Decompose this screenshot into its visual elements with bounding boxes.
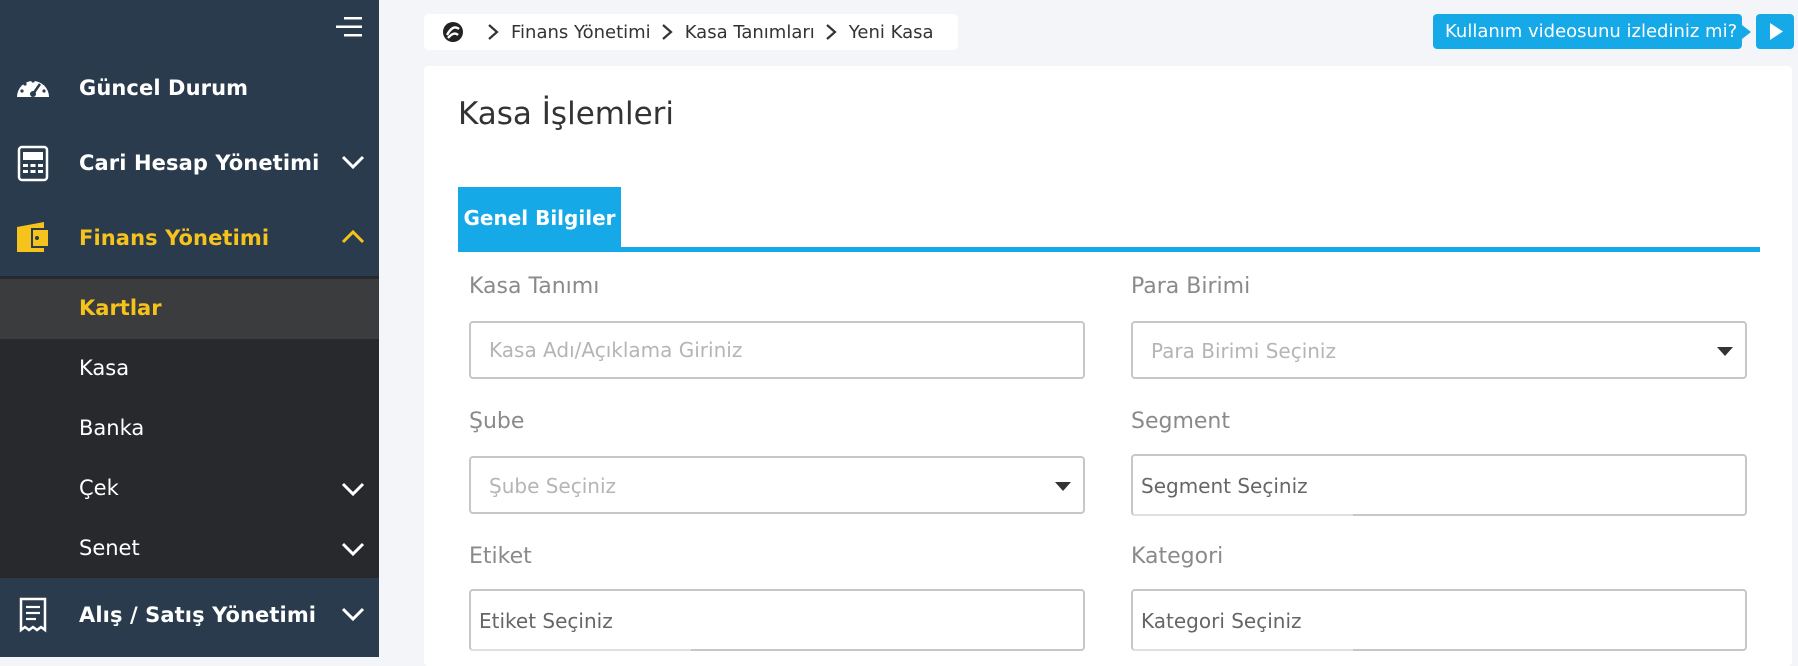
sube-select[interactable]: Şube Seçiniz bbox=[469, 456, 1085, 514]
chevron-down-icon bbox=[341, 482, 365, 497]
chevron-right-icon bbox=[661, 24, 673, 40]
segment-tag-input[interactable]: Segment Seçiniz bbox=[1131, 454, 1747, 516]
para-birimi-label: Para Birimi bbox=[1131, 274, 1251, 299]
receipt-icon bbox=[19, 597, 47, 633]
para-birimi-placeholder: Para Birimi Seçiniz bbox=[1151, 339, 1336, 363]
kasa-tanimi-label: Kasa Tanımı bbox=[469, 274, 600, 299]
hamburger-menu-icon[interactable] bbox=[334, 14, 364, 40]
menu-item-cari-hesap[interactable]: Cari Hesap Yönetimi bbox=[0, 126, 379, 200]
video-prompt[interactable]: Kullanım videosunu izlediniz mi? bbox=[1433, 14, 1751, 49]
chevron-down-icon bbox=[341, 155, 365, 170]
video-play-button[interactable] bbox=[1756, 14, 1794, 49]
main-card: Kasa İşlemleri Genel Bilgiler Kasa Tanım… bbox=[424, 66, 1792, 666]
caret-down-icon bbox=[1055, 482, 1071, 491]
sube-placeholder: Şube Seçiniz bbox=[489, 474, 617, 498]
chevron-down-icon bbox=[341, 542, 365, 557]
submenu-item-label: Banka bbox=[79, 416, 145, 440]
menu-item-label: Alış / Satış Yönetimi bbox=[79, 603, 317, 627]
tag-input-underline bbox=[471, 649, 691, 651]
submenu-item-kartlar[interactable]: Kartlar bbox=[0, 279, 379, 339]
menu-item-label: Finans Yönetimi bbox=[79, 226, 270, 250]
tag-input-underline bbox=[1133, 649, 1353, 651]
kategori-label: Kategori bbox=[1131, 544, 1224, 569]
breadcrumb-item[interactable]: Finans Yönetimi bbox=[511, 22, 651, 43]
etiket-label: Etiket bbox=[469, 544, 532, 569]
breadcrumb: Finans Yönetimi Kasa Tanımları Yeni Kasa bbox=[424, 14, 958, 50]
menu-item-label: Güncel Durum bbox=[79, 76, 249, 100]
tag-input-underline bbox=[1133, 514, 1353, 516]
kategori-tag-input[interactable]: Kategori Seçiniz bbox=[1131, 589, 1747, 651]
kategori-placeholder: Kategori Seçiniz bbox=[1141, 609, 1302, 633]
segment-label: Segment bbox=[1131, 409, 1230, 434]
submenu-item-banka[interactable]: Banka bbox=[0, 399, 379, 459]
submenu-item-senet[interactable]: Senet bbox=[0, 519, 379, 579]
etiket-tag-input[interactable]: Etiket Seçiniz bbox=[469, 589, 1085, 651]
tab-genel-bilgiler[interactable]: Genel Bilgiler bbox=[458, 187, 621, 249]
calculator-icon bbox=[17, 145, 49, 182]
menu-item-alis-satis[interactable]: Alış / Satış Yönetimi bbox=[0, 578, 379, 652]
submenu-item-kasa[interactable]: Kasa bbox=[0, 339, 379, 399]
etiket-placeholder: Etiket Seçiniz bbox=[479, 609, 613, 633]
segment-placeholder: Segment Seçiniz bbox=[1141, 474, 1308, 498]
submenu-item-label: Kasa bbox=[79, 356, 130, 380]
submenu-item-label: Kartlar bbox=[79, 296, 162, 320]
chevron-right-icon bbox=[488, 24, 499, 40]
dashboard-icon bbox=[17, 79, 49, 97]
play-icon bbox=[1770, 23, 1783, 40]
para-birimi-select[interactable]: Para Birimi Seçiniz bbox=[1131, 321, 1747, 379]
wallet-icon bbox=[17, 222, 50, 252]
finans-submenu: Kartlar Kasa Banka Çek Senet bbox=[0, 276, 379, 578]
tab-underline bbox=[458, 247, 1760, 252]
chevron-right-icon bbox=[826, 24, 837, 40]
chevron-up-icon bbox=[341, 229, 365, 244]
menu-item-label: Cari Hesap Yönetimi bbox=[79, 151, 320, 175]
submenu-item-label: Senet bbox=[79, 536, 140, 560]
menu-item-guncel-durum[interactable]: Güncel Durum bbox=[0, 51, 379, 125]
caret-down-icon bbox=[1717, 347, 1733, 356]
kasa-tanimi-input[interactable] bbox=[469, 321, 1085, 379]
chevron-down-icon bbox=[341, 607, 365, 622]
page-title: Kasa İşlemleri bbox=[458, 96, 675, 132]
sidebar: Güncel Durum Cari Hesap Yönetimi Finans … bbox=[0, 0, 379, 657]
submenu-item-label: Çek bbox=[79, 476, 119, 500]
home-logo-icon[interactable] bbox=[441, 20, 465, 44]
sube-label: Şube bbox=[469, 409, 525, 434]
submenu-item-cek[interactable]: Çek bbox=[0, 459, 379, 519]
breadcrumb-item[interactable]: Kasa Tanımları bbox=[685, 22, 815, 43]
menu-item-finans-yonetimi[interactable]: Finans Yönetimi bbox=[0, 201, 379, 275]
breadcrumb-item-current: Yeni Kasa bbox=[848, 21, 934, 43]
